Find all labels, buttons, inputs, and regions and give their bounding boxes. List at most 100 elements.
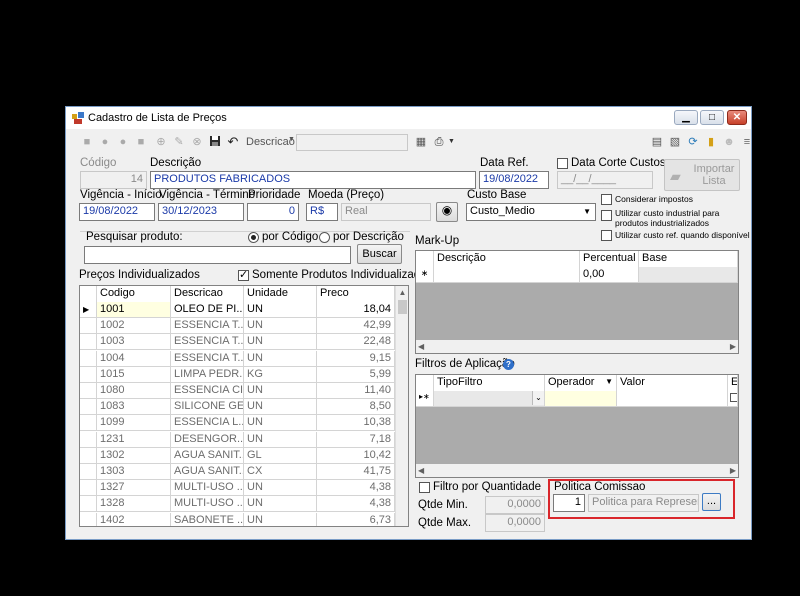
table-row[interactable]: 1080ESSENCIA CI...UN11,40 [80,383,395,399]
user-icon[interactable]: ☻ [722,135,736,149]
filtros-new-tipofiltro[interactable]: ⌄ [434,391,545,407]
row-header[interactable] [80,431,97,448]
previous-record-icon[interactable]: ● [98,135,112,149]
precos-cell-descricao[interactable]: DESENGOR... [171,431,244,448]
precos-cell-preco[interactable]: 9,15 [317,350,395,367]
filtros-new-e[interactable] [728,391,738,407]
precos-cell-unidade[interactable]: KG [244,366,317,383]
filtros-new-row[interactable]: ▸∗ ⌄ [416,391,738,407]
row-header[interactable] [80,480,97,497]
precos-cell-descricao[interactable]: ESSENCIA T... [171,350,244,367]
table-row[interactable]: 1303 AGUA SANIT... CX 41,75 [80,464,395,480]
markup-new-descricao[interactable] [434,267,580,283]
markup-grid[interactable]: Descrição Percentual Base ∗ 0,00 ◀ ▶ [415,250,739,354]
precos-cell-descricao[interactable]: SABONETE ... [171,512,244,526]
precos-cell-descricao[interactable]: ESSENCIA T... [171,334,244,351]
precos-cell-descricao[interactable]: MULTI-USO ... [171,480,244,497]
pin-icon[interactable]: ▮ [704,135,718,149]
exit-icon[interactable]: ≡ [740,135,754,149]
precos-col-preco[interactable]: Preco [317,286,395,302]
precos-cell-unidade[interactable]: UN [244,512,317,526]
precos-cell-codigo[interactable]: 1328 [97,496,171,513]
vigencia-inicio-input[interactable]: 19/08/2022 [79,203,155,221]
filtros-grid[interactable]: TipoFiltro Operador ▼ Valor E ▸∗ ⌄ ◀ ▶ [415,374,739,478]
table-row[interactable]: 1004 ESSENCIA T... UN 9,15 [80,350,395,367]
table-row[interactable]: 1231 DESENGOR... UN 7,18 [80,431,395,448]
filtro-quantidade-checkbox[interactable] [419,482,430,493]
descricao-input[interactable]: PRODUTOS FABRICADOS [150,171,476,189]
considerar-impostos-checkbox[interactable] [601,194,612,205]
qtde-max-input[interactable]: 0,0000 [485,514,545,532]
table-row[interactable]: ▶ 1001 OLEO DE PI... UN 18,04 [80,302,395,318]
table-row[interactable]: 1002 ESSENCIA T... UN 42,99 [80,318,395,335]
scroll-up-icon[interactable]: ▲ [396,288,408,297]
row-header[interactable] [80,415,97,432]
row-header[interactable] [80,399,97,416]
last-record-icon[interactable]: ■ [134,135,148,149]
precos-cell-codigo[interactable]: 1001 [97,302,171,318]
precos-cell-codigo[interactable]: 1231 [97,431,171,448]
precos-cell-descricao[interactable]: ESSENCIA L... [171,415,244,432]
current-row-indicator-icon[interactable]: ▶ [80,302,97,318]
search-product-input[interactable] [84,246,351,264]
custo-industrial-checkbox[interactable] [601,210,612,221]
minimize-button[interactable]: ▁ [674,110,698,125]
edit-record-icon[interactable]: ✎ [172,135,186,149]
precos-cell-unidade[interactable]: UN [244,318,317,335]
precos-cell-codigo[interactable]: 1302 [97,447,171,464]
row-header[interactable] [80,334,97,351]
search-field-dropdown-icon[interactable]: ▼ [288,136,295,143]
delete-record-icon[interactable]: ⊗ [190,135,204,149]
tool-icon-1[interactable]: ▤ [650,135,664,149]
precos-cell-preco[interactable]: 22,48 [317,334,395,351]
precos-cell-unidade[interactable]: UN [244,350,317,367]
help-icon[interactable]: ? [503,359,514,370]
save-icon[interactable] [208,135,222,149]
data-corte-checkbox[interactable] [557,158,568,169]
moeda-code-input[interactable]: R$ [306,203,338,221]
precos-cell-preco[interactable]: 11,40 [317,383,395,399]
precos-cell-codigo[interactable]: 1327 [97,480,171,497]
toolbar-search-input[interactable] [296,134,408,151]
first-record-icon[interactable]: ■ [80,135,94,149]
precos-cell-unidade[interactable]: UN [244,383,317,399]
row-header[interactable] [80,318,97,335]
filtros-hscrollbar[interactable]: ◀ ▶ [416,464,738,477]
chevron-down-icon[interactable]: ⌄ [532,391,544,405]
custo-ref-checkbox[interactable] [601,230,612,241]
precos-cell-descricao[interactable]: AGUA SANIT... [171,464,244,480]
precos-cell-unidade[interactable]: UN [244,496,317,513]
scroll-right-icon[interactable]: ▶ [730,466,736,475]
filtros-new-valor[interactable] [617,391,728,407]
precos-cell-preco[interactable]: 18,04 [317,302,395,318]
precos-cell-preco[interactable]: 6,73 [317,512,395,526]
table-row[interactable]: 1099 ESSENCIA L... UN 10,38 [80,415,395,432]
precos-cell-preco[interactable]: 41,75 [317,464,395,480]
precos-col-descricao[interactable]: Descricao [171,286,244,302]
table-row[interactable]: 1327 MULTI-USO ... UN 4,38 [80,480,395,497]
por-codigo-radio[interactable] [248,232,259,243]
precos-cell-preco[interactable]: 4,38 [317,480,395,497]
precos-cell-codigo[interactable]: 1004 [97,350,171,367]
precos-cell-unidade[interactable]: UN [244,415,317,432]
precos-cell-unidade[interactable]: UN [244,480,317,497]
row-header[interactable] [80,447,97,464]
precos-cell-preco[interactable]: 10,42 [317,447,395,464]
next-record-icon[interactable]: ● [116,135,130,149]
print-icon[interactable]: ⎙ [432,135,446,149]
undo-icon[interactable]: ↶ [226,135,240,149]
calculator-icon[interactable]: ▦ [414,135,428,149]
precos-cell-descricao[interactable]: MULTI-USO ... [171,496,244,513]
precos-cell-descricao[interactable]: AGUA SANIT... [171,447,244,464]
prioridade-input[interactable]: 0 [247,203,299,221]
politica-comissao-browse-button[interactable]: ... [702,493,721,511]
precos-cell-descricao[interactable]: LIMPA PEDR... [171,366,244,383]
precos-grid[interactable]: Codigo Descricao Unidade Preco ▶ 1001 OLEO DE … [79,285,409,527]
row-header[interactable] [80,496,97,513]
somente-individualizados-checkbox[interactable] [238,268,249,281]
precos-cell-preco[interactable]: 4,38 [317,496,395,513]
tool-icon-2[interactable]: ▧ [668,135,682,149]
new-record-icon[interactable]: ⊕ [154,135,168,149]
precos-cell-codigo[interactable]: 1083 [97,399,171,416]
table-row[interactable]: 1003 ESSENCIA T... UN 22,48 [80,334,395,351]
